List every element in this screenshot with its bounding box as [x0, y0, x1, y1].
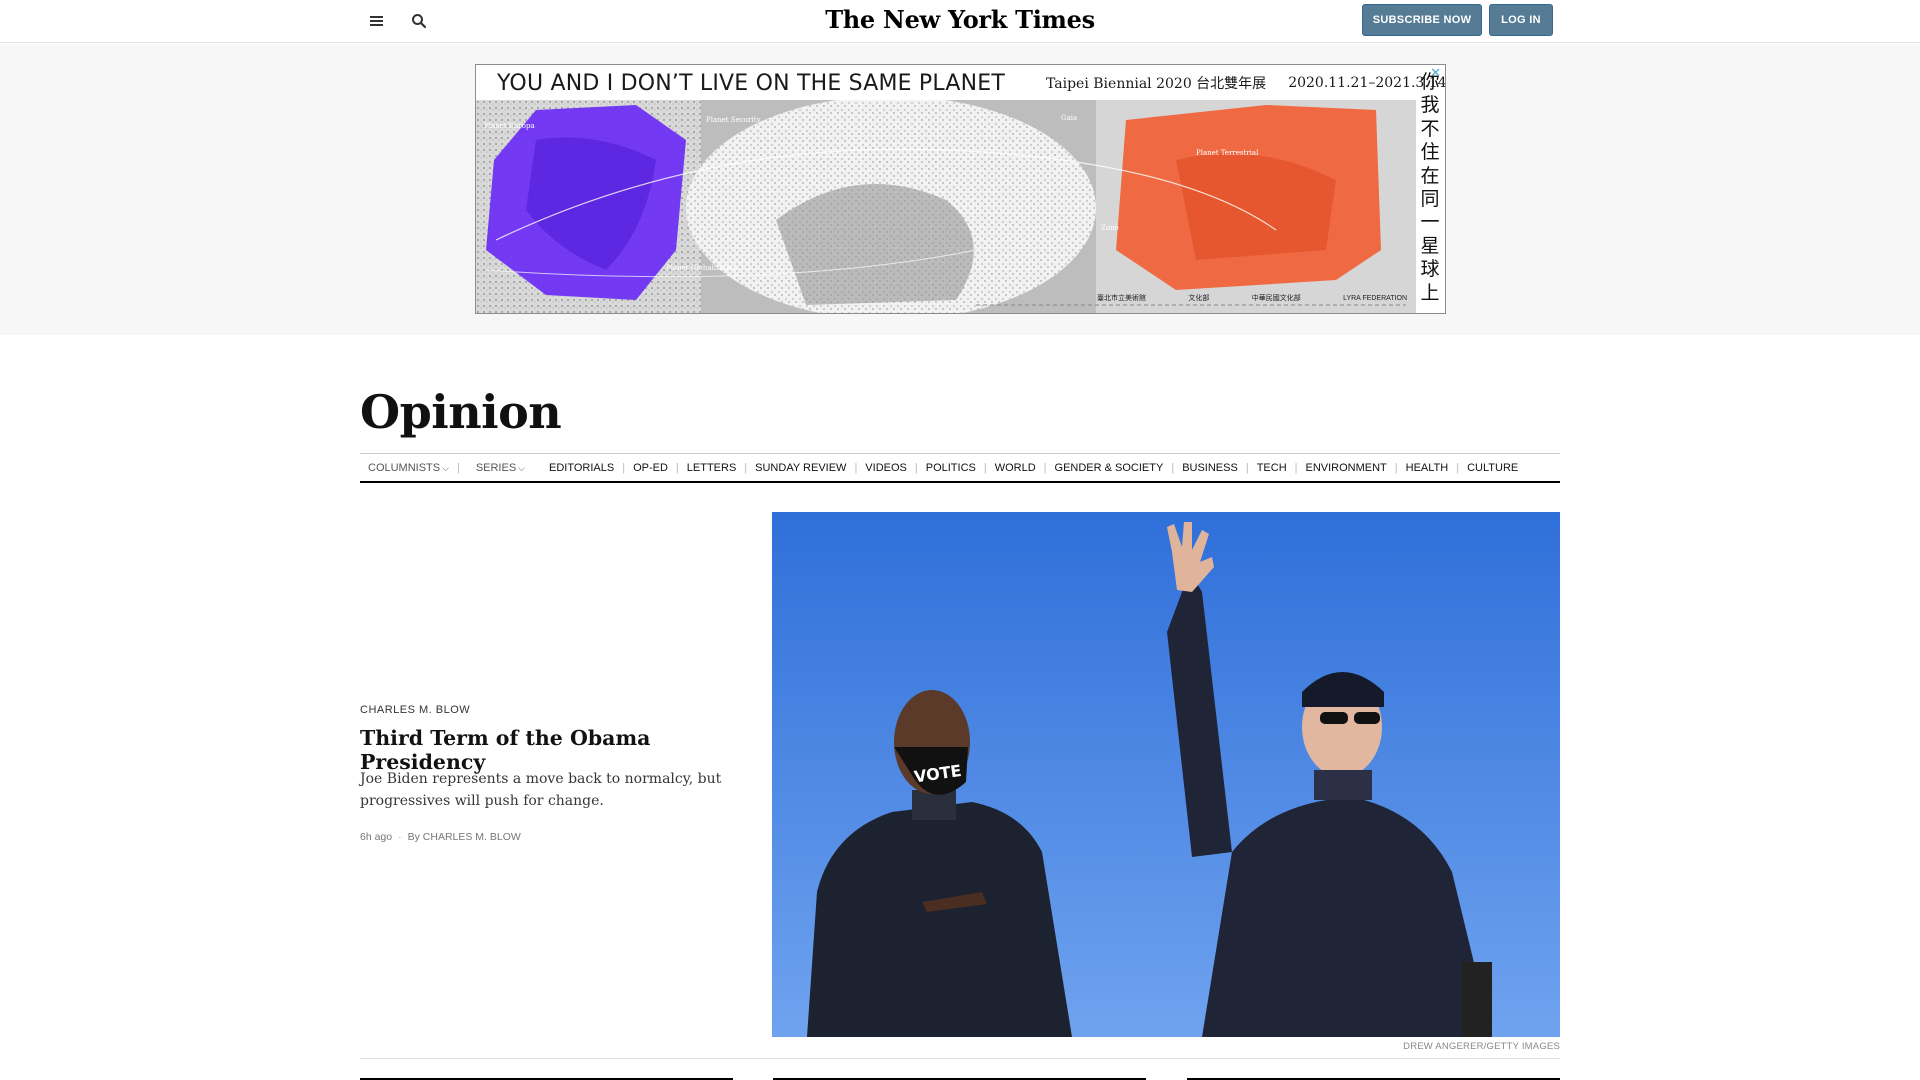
section-divider: [360, 1058, 1560, 1059]
photo-credit: DREW ANGERER/GETTY IMAGES: [1403, 1041, 1560, 1052]
nav-item-videos[interactable]: VIDEOS: [857, 462, 915, 474]
nav-item-politics[interactable]: POLITICS: [918, 462, 984, 474]
sponsor-logo: 文化部: [1188, 295, 1210, 302]
story-byline[interactable]: By CHARLES M. BLOW: [408, 831, 521, 843]
nav-item-culture[interactable]: CULTURE: [1459, 462, 1526, 474]
story-summary: Joe Biden represents a move back to norm…: [360, 771, 722, 809]
story-meta: 6h ago · By CHARLES M. BLOW: [360, 831, 521, 843]
masthead: The New York Times SUBSCRIBE NOW LOG IN: [0, 0, 1920, 43]
nav-item-environment[interactable]: ENVIRONMENT: [1298, 462, 1395, 474]
lead-photo[interactable]: VOTE: [772, 512, 1560, 1037]
nav-item-letters[interactable]: LETTERS: [679, 462, 745, 474]
nav-item-business[interactable]: BUSINESS: [1174, 462, 1246, 474]
nav-item-health[interactable]: HEALTH: [1398, 462, 1457, 474]
nav-item-sunday-review[interactable]: SUNDAY REVIEW: [747, 462, 854, 474]
sponsor-logo: 中華民國文化部: [1251, 295, 1301, 302]
ad-vertical-text: 你我不住在同一星球上: [1420, 71, 1440, 304]
ad-event-name: Taipei Biennial 2020 台北雙年展: [1046, 76, 1267, 92]
map-label-gaia: Gaia: [1061, 114, 1077, 122]
lead-photo-illustration: VOTE: [772, 512, 1560, 1037]
ad-planet-map-artwork: Planet Europa Planet Security Gaia Plane…: [476, 100, 1416, 313]
ad-header: YOU AND I DON’T LIVE ON THE SAME PLANET …: [476, 65, 1445, 101]
map-label-planet-globalization: Planet Globalization: [666, 264, 738, 272]
nav-item-world[interactable]: WORLD: [987, 462, 1044, 474]
nav-item-op-ed[interactable]: OP-ED: [625, 462, 676, 474]
subscribe-button[interactable]: SUBSCRIBE NOW: [1362, 4, 1482, 36]
sponsor-logo: 臺北市立美術館: [1097, 295, 1146, 302]
story-kicker[interactable]: CHARLES M. BLOW: [360, 704, 470, 716]
menu-icon[interactable]: [365, 9, 389, 33]
map-label-planet-terrestrial: Planet Terrestrial: [1196, 149, 1259, 157]
nav-item-editorials[interactable]: EDITORIALS: [541, 462, 622, 474]
story-timestamp: 6h ago: [360, 831, 393, 843]
nyt-logo[interactable]: The New York Times: [825, 5, 1095, 34]
nav-item-gender-society[interactable]: GENDER & SOCIETY: [1047, 462, 1172, 474]
nav-separator: |: [456, 461, 460, 474]
map-label-zone: Zone: [1101, 224, 1119, 232]
ad-sponsor-logos: 臺北市立美術館 文化部 中華民國文化部 LYRA FEDERATION: [1097, 288, 1407, 308]
section-title[interactable]: Opinion: [360, 385, 562, 439]
nav-item-tech[interactable]: TECH: [1249, 462, 1295, 474]
chevron-down-icon: ⌵: [518, 462, 525, 473]
search-icon[interactable]: [407, 9, 431, 33]
map-label-planet-security: Planet Security: [706, 116, 761, 124]
sponsor-logo: LYRA FEDERATION: [1343, 294, 1407, 302]
nav-item-series[interactable]: SERIES ⌵: [468, 462, 533, 474]
login-button[interactable]: LOG IN: [1489, 4, 1553, 36]
nav-item-columnists[interactable]: COLUMNISTS ⌵: [360, 462, 457, 474]
chevron-down-icon: ⌵: [442, 462, 449, 473]
story-headline[interactable]: Third Term of the Obama Presidency: [360, 726, 740, 774]
advertisement-banner[interactable]: YOU AND I DON’T LIVE ON THE SAME PLANET …: [475, 64, 1446, 314]
section-nav: COLUMNISTS ⌵ | SERIES ⌵ EDITORIALS | OP-ED…: [360, 453, 1560, 483]
ad-headline: YOU AND I DON’T LIVE ON THE SAME PLANET: [497, 70, 1006, 96]
map-label-planet-europa: Planet Europa: [484, 122, 535, 130]
